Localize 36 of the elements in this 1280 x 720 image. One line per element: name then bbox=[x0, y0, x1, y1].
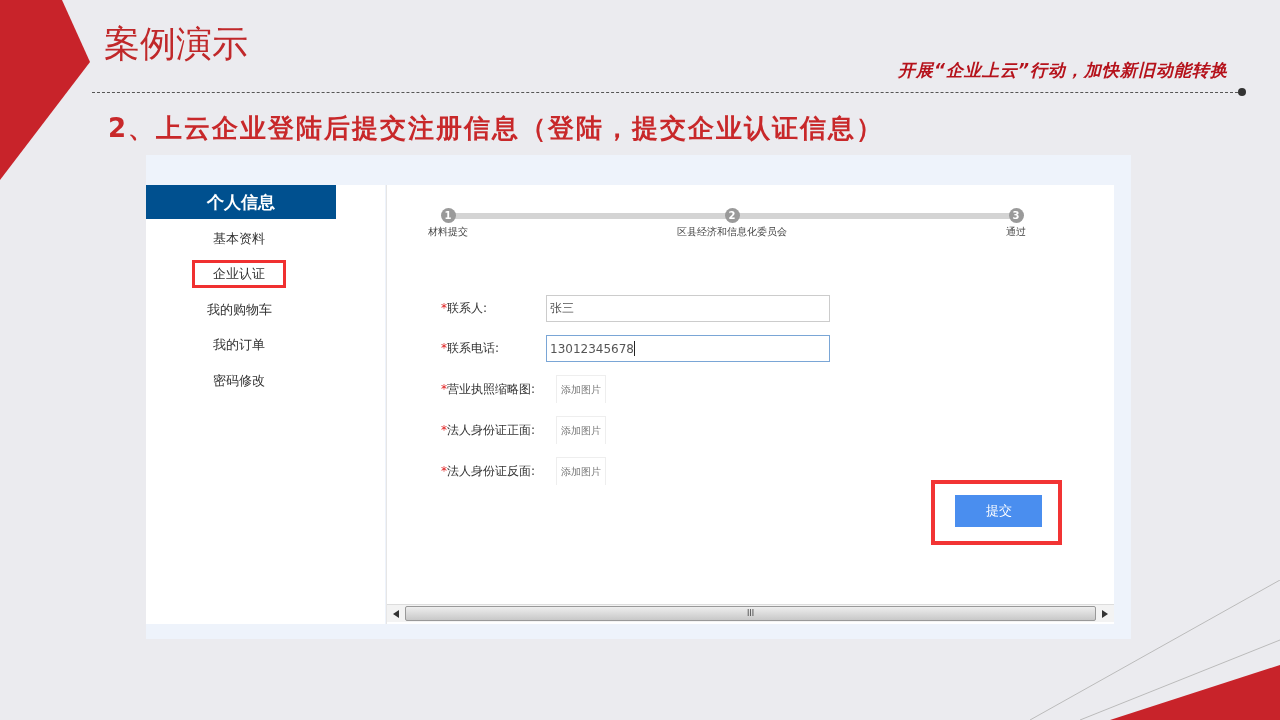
required-asterisk: * bbox=[441, 381, 447, 396]
add-image-button[interactable]: 添加图片 bbox=[556, 375, 606, 403]
scrollbar-thumb[interactable]: III bbox=[405, 606, 1096, 621]
step-number: 3 bbox=[1008, 208, 1024, 223]
step-label: 材料提交 bbox=[428, 225, 468, 239]
field-label: 联系电话: bbox=[447, 341, 500, 355]
slide-heading: 2、上云企业登陆后提交注册信息（登陆，提交企业认证信息） bbox=[108, 112, 886, 145]
sidebar-item[interactable]: 密码修改 bbox=[210, 366, 268, 395]
horizontal-scrollbar[interactable]: III bbox=[387, 604, 1114, 622]
rule-end-dot bbox=[1238, 88, 1246, 96]
step-number: 1 bbox=[440, 208, 456, 223]
scroll-right-icon[interactable] bbox=[1102, 609, 1108, 618]
step-label: 通过 bbox=[1006, 225, 1026, 239]
text-field[interactable]: 张三 bbox=[546, 295, 830, 322]
text-field[interactable]: 13012345678 bbox=[546, 335, 830, 362]
required-asterisk: * bbox=[441, 463, 447, 478]
required-asterisk: * bbox=[441, 301, 447, 315]
sidebar-item[interactable]: 我的订单 bbox=[210, 331, 268, 360]
field-label: 法人身份证反面: bbox=[447, 463, 536, 478]
required-asterisk: * bbox=[441, 341, 447, 355]
text-caret bbox=[634, 341, 635, 356]
required-asterisk: * bbox=[441, 422, 447, 437]
slide-slogan: 开展“企业上云”行动，加快新旧动能转换 bbox=[898, 59, 1228, 82]
scroll-left-icon[interactable] bbox=[393, 609, 399, 618]
step-label: 区县经济和信息化委员会 bbox=[677, 225, 787, 239]
sidebar-header: 个人信息 bbox=[146, 185, 336, 219]
add-image-button[interactable]: 添加图片 bbox=[556, 457, 606, 485]
field-label: 法人身份证正面: bbox=[447, 422, 536, 437]
sidebar-item[interactable]: 基本资料 bbox=[210, 224, 268, 253]
add-image-button[interactable]: 添加图片 bbox=[556, 416, 606, 444]
field-label: 营业执照缩略图: bbox=[447, 381, 536, 396]
step-number: 2 bbox=[724, 208, 740, 223]
slide-title: 案例演示 bbox=[104, 22, 248, 66]
sidebar-item[interactable]: 我的购物车 bbox=[203, 295, 275, 324]
sidebar-item[interactable]: 企业认证 bbox=[192, 260, 286, 289]
field-label: 联系人: bbox=[447, 301, 488, 315]
